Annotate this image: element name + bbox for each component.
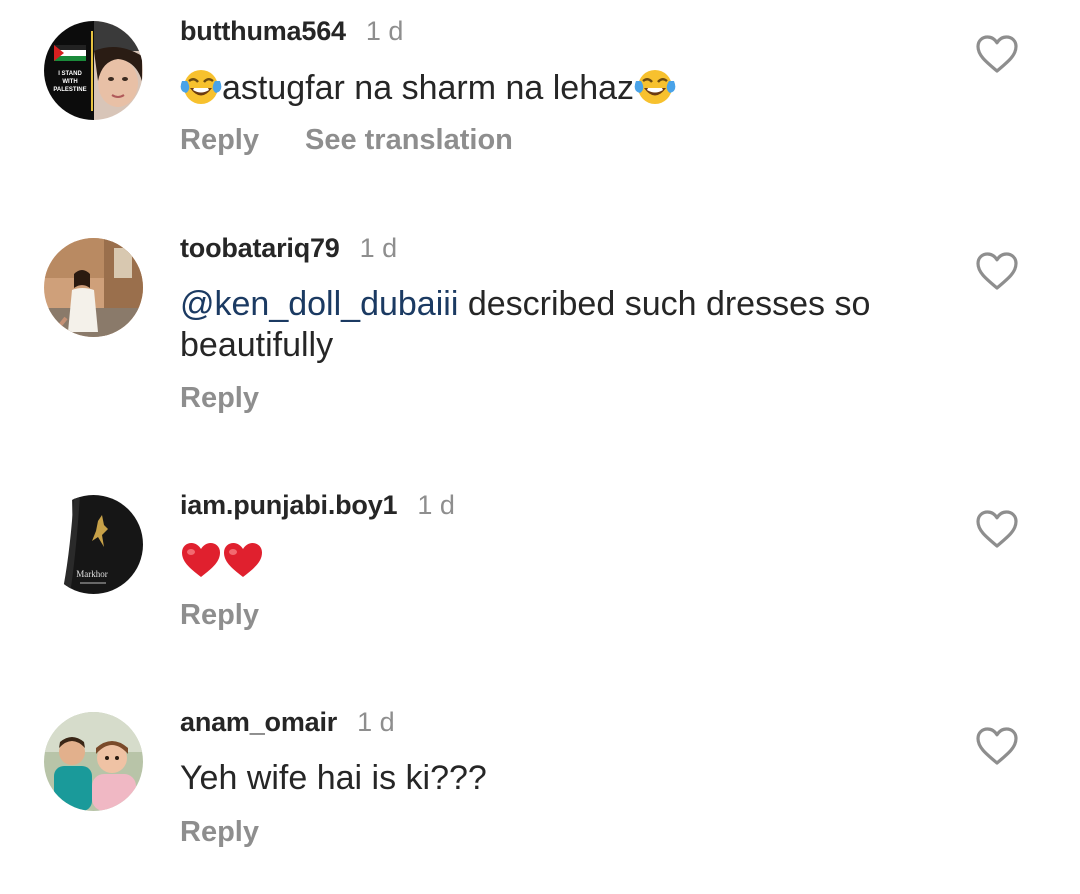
- avatar-text: I STAND: [58, 71, 82, 77]
- face-with-tears-of-joy-icon: [634, 67, 676, 115]
- reply-button[interactable]: Reply: [180, 816, 259, 849]
- comment-text-content: astugfar na sharm na lehaz: [222, 69, 635, 107]
- heart-outline-icon[interactable]: [975, 509, 1019, 549]
- avatar-text: Markhor: [76, 569, 108, 579]
- comment-username[interactable]: butthuma564: [180, 16, 346, 47]
- avatar-text: PALESTINE: [53, 87, 86, 93]
- mention-link[interactable]: @ken_doll_dubaiii: [180, 285, 458, 323]
- avatar[interactable]: Markhor: [44, 495, 143, 594]
- avatar-text: WITH: [62, 79, 77, 85]
- avatar[interactable]: I STAND WITH PALESTINE: [44, 21, 143, 120]
- comment-time: 1 d: [417, 490, 455, 520]
- red-heart-icon: [222, 541, 264, 589]
- see-translation-button[interactable]: See translation: [305, 124, 513, 157]
- comment-text: astugfar na sharm na lehaz: [180, 67, 920, 115]
- comment-username[interactable]: toobatariq79: [180, 233, 340, 264]
- reply-button[interactable]: Reply: [180, 599, 259, 632]
- comment-text: [180, 541, 920, 589]
- face-with-tears-of-joy-icon: [180, 67, 222, 115]
- red-heart-icon: [180, 541, 222, 589]
- avatar[interactable]: [44, 712, 143, 811]
- reply-button[interactable]: Reply: [180, 124, 259, 157]
- comment-time: 1 d: [357, 707, 395, 737]
- comment-time: 1 d: [365, 16, 404, 46]
- comment-text-content: beautifully: [180, 326, 334, 364]
- avatar[interactable]: [44, 238, 143, 337]
- comment-username[interactable]: iam.punjabi.boy1: [180, 490, 398, 521]
- comment-username[interactable]: anam_omair: [180, 707, 337, 738]
- heart-outline-icon[interactable]: [975, 726, 1019, 766]
- comment-text: @ken_doll_dubaiii described such dresses…: [180, 284, 920, 366]
- heart-outline-icon[interactable]: [975, 34, 1019, 74]
- heart-outline-icon[interactable]: [975, 251, 1019, 291]
- comment-text-content: described such dresses so: [458, 285, 871, 323]
- reply-button[interactable]: Reply: [180, 382, 259, 415]
- comment-time: 1 d: [359, 233, 398, 263]
- comment-item: I STAND WITH PALESTINE butthuma564 1 d a…: [0, 0, 1080, 200]
- comment-text: Yeh wife hai is ki???: [180, 759, 487, 797]
